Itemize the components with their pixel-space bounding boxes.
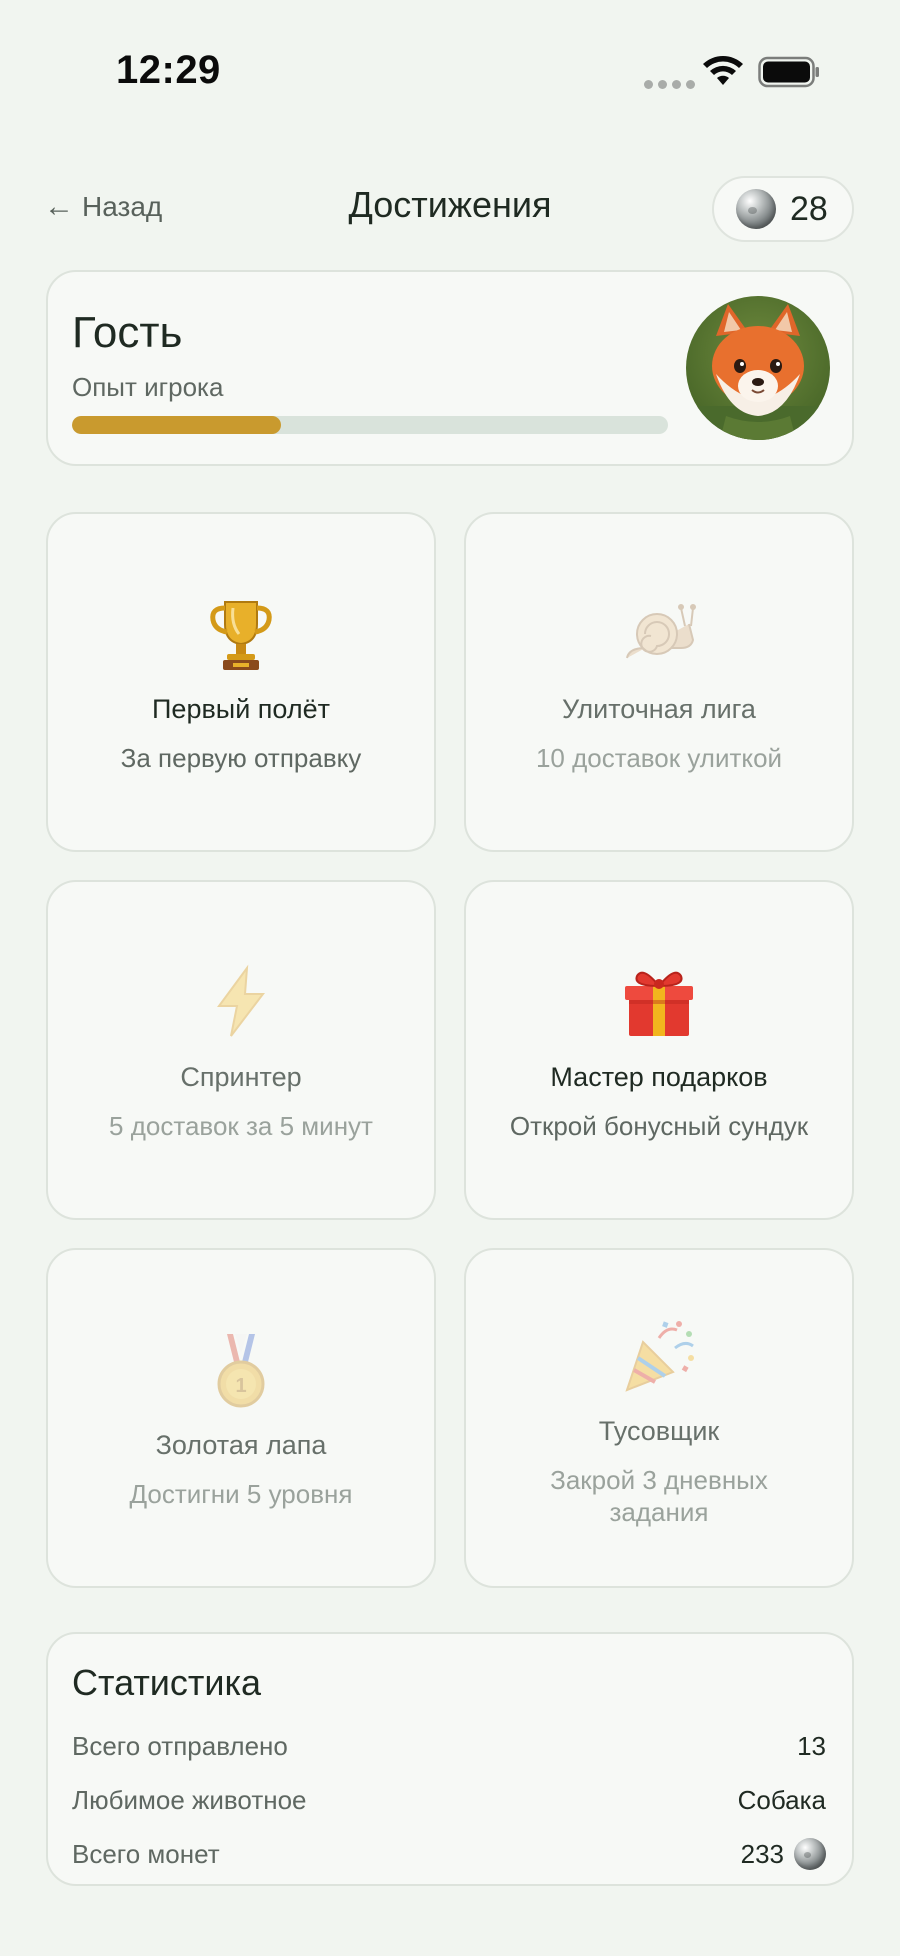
stat-value: Собака xyxy=(737,1784,826,1815)
wifi-icon xyxy=(703,56,743,85)
achievement-title: Улиточная лига xyxy=(562,694,756,724)
stat-label: Всего монет xyxy=(72,1838,220,1869)
trophy-icon xyxy=(210,601,272,670)
status-bar: 12:29 xyxy=(0,0,900,150)
stat-row-total-sent: Всего отправлено 13 xyxy=(72,1726,826,1766)
gift-icon xyxy=(625,971,693,1036)
achievement-description: 5 доставок за 5 минут xyxy=(109,1111,373,1141)
achievement-card-gift-master[interactable]: Мастер подарков Открой бонусный сундук xyxy=(464,880,854,1220)
fox-avatar-icon xyxy=(686,304,830,440)
stat-label: Любимое животное xyxy=(72,1784,307,1815)
achievement-description: Закрой 3 дневных задания xyxy=(550,1465,768,1527)
svg-text:1: 1 xyxy=(235,1375,246,1397)
stats-card: Статистика Всего отправлено 13 Любимое ж… xyxy=(46,1632,854,1886)
status-time: 12:29 xyxy=(116,48,221,92)
cellular-signal-icon xyxy=(644,80,695,89)
stat-value: 13 xyxy=(797,1730,826,1761)
xp-progress-fill xyxy=(72,416,281,434)
battery-icon xyxy=(758,56,819,88)
coin-count: 28 xyxy=(790,189,828,228)
achievement-description: Открой бонусный сундук xyxy=(509,1111,809,1141)
stat-value: 233 xyxy=(740,1838,784,1869)
lightning-icon xyxy=(217,964,266,1037)
achievement-title: Мастер подарков xyxy=(550,1062,768,1092)
stat-row-total-coins: Всего монет 233 xyxy=(72,1834,826,1874)
xp-label: Опыт игрока xyxy=(72,372,224,402)
achievement-title: Первый полёт xyxy=(152,694,330,724)
snail-icon xyxy=(626,604,696,659)
party-popper-icon xyxy=(625,1321,694,1392)
medal-icon: 1 xyxy=(217,1334,265,1408)
avatar[interactable] xyxy=(686,296,830,440)
coin-balance[interactable]: 28 xyxy=(712,176,854,242)
achievement-description: За первую отправку xyxy=(120,743,362,773)
achievement-card-first-flight[interactable]: Первый полёт За первую отправку xyxy=(46,512,436,852)
stat-row-favorite-animal: Любимое животное Собака xyxy=(72,1780,826,1820)
achievement-description: 10 доставок улиткой xyxy=(535,743,783,773)
stats-title: Статистика xyxy=(72,1662,262,1703)
coin-icon xyxy=(736,189,776,229)
achievement-card-snail-league[interactable]: Улиточная лига 10 доставок улиткой xyxy=(464,512,854,852)
xp-progress-bar xyxy=(72,416,668,434)
achievement-card-party-goer[interactable]: Тусовщик Закрой 3 дневных задания xyxy=(464,1248,854,1588)
stat-label: Всего отправлено xyxy=(72,1730,288,1761)
achievement-title: Золотая лапа xyxy=(155,1430,327,1460)
achievement-title: Спринтер xyxy=(180,1062,302,1092)
profile-name: Гость xyxy=(72,308,183,357)
profile-card: Гость Опыт игрока xyxy=(46,270,854,466)
achievement-card-sprinter[interactable]: Спринтер 5 доставок за 5 минут xyxy=(46,880,436,1220)
achievement-card-golden-paw[interactable]: 1 Золотая лапа Достигни 5 уровня xyxy=(46,1248,436,1588)
achievement-title: Тусовщик xyxy=(598,1416,720,1446)
coin-icon xyxy=(794,1838,826,1870)
header: ← Назад Достижения 28 xyxy=(0,170,900,250)
achievement-description: Достигни 5 уровня xyxy=(129,1479,353,1509)
